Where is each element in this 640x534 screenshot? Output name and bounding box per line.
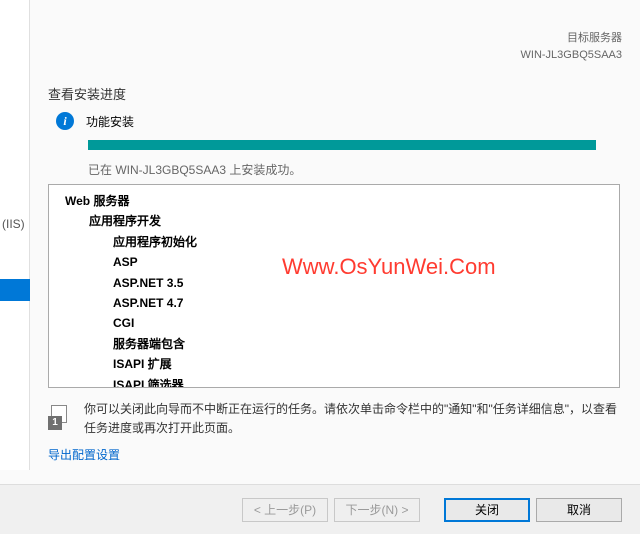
close-button[interactable]: 关闭	[444, 498, 530, 522]
sidebar-item-iis[interactable]: (IIS)	[0, 213, 27, 235]
features-list[interactable]: Web 服务器应用程序开发应用程序初始化ASPASP.NET 3.5ASP.NE…	[48, 184, 620, 388]
feature-item: ASP.NET 3.5	[57, 273, 611, 293]
status-text: 已在 WIN-JL3GBQ5SAA3 上安装成功。	[88, 161, 301, 178]
feature-item: ISAPI 扩展	[57, 354, 611, 374]
feature-item: 应用程序初始化	[57, 232, 611, 252]
tip-text: 你可以关闭此向导而不中断正在运行的任务。请依次单击命令栏中的"通知"和"任务详细…	[84, 400, 623, 438]
cancel-button[interactable]: 取消	[536, 498, 622, 522]
notification-flag-icon: 1	[48, 404, 74, 430]
sidebar-item-selected[interactable]	[0, 279, 30, 301]
install-status-row: i 功能安装	[56, 112, 134, 130]
export-config-link[interactable]: 导出配置设置	[48, 446, 120, 463]
target-server-label: 目标服务器	[521, 30, 622, 47]
feature-item: ASP.NET 4.7	[57, 293, 611, 313]
tip-row: 1 你可以关闭此向导而不中断正在运行的任务。请依次单击命令栏中的"通知"和"任务…	[48, 400, 623, 438]
wizard-window: (IIS) 目标服务器 WIN-JL3GBQ5SAA3 查看安装进度 i 功能安…	[0, 0, 640, 534]
notification-badge: 1	[48, 416, 62, 430]
footer: < 上一步(P) 下一步(N) > 关闭 取消	[0, 484, 640, 534]
progress-bar	[88, 140, 596, 150]
sidebar: (IIS)	[0, 0, 30, 470]
feature-item: 服务器端包含	[57, 334, 611, 354]
prev-button: < 上一步(P)	[242, 498, 328, 522]
info-icon: i	[56, 112, 74, 130]
feature-item: 应用程序开发	[57, 211, 611, 231]
feature-item: ISAPI 筛选器	[57, 375, 611, 388]
target-server-name: WIN-JL3GBQ5SAA3	[521, 47, 622, 64]
install-label: 功能安装	[86, 113, 134, 130]
header-target-server: 目标服务器 WIN-JL3GBQ5SAA3	[521, 30, 622, 63]
feature-item: CGI	[57, 313, 611, 333]
feature-item: ASP	[57, 252, 611, 272]
section-title: 查看安装进度	[48, 84, 126, 103]
next-button: 下一步(N) >	[334, 498, 420, 522]
feature-item: Web 服务器	[57, 191, 611, 211]
